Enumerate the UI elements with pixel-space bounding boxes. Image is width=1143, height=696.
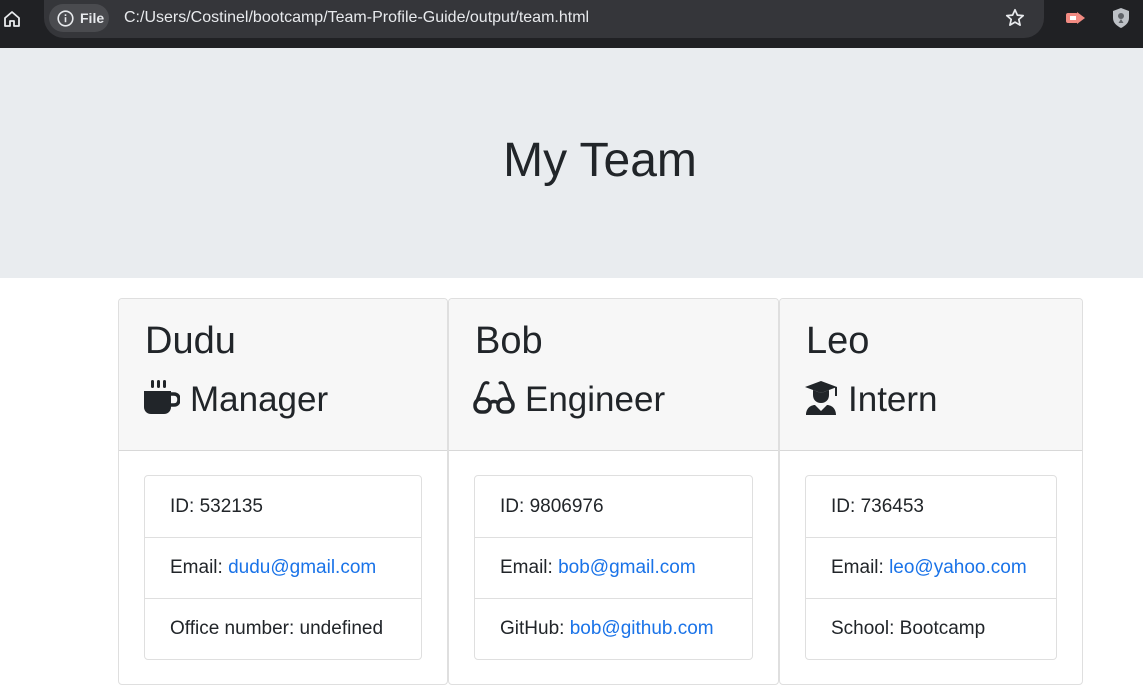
home-icon[interactable] [0, 6, 24, 32]
employee-card-manager: Dudu Manager ID: 532135 Email: dudu@gmai… [118, 298, 448, 685]
site-info-chip[interactable]: File [49, 4, 109, 32]
list-item-email: Email: bob@gmail.com [475, 537, 752, 598]
glasses-icon [473, 380, 515, 420]
role-row: Engineer [473, 378, 665, 422]
card-header: Dudu Manager [119, 299, 447, 451]
page-title: My Team [503, 134, 697, 187]
id-label: ID: [170, 495, 195, 517]
github-label: GitHub: [500, 618, 565, 639]
employee-name: Bob [475, 320, 543, 362]
url-text[interactable]: C:/Users/Costinel/bootcamp/Team-Profile-… [124, 9, 589, 27]
extension-icon[interactable] [1063, 8, 1087, 28]
browser-toolbar: File C:/Users/Costinel/bootcamp/Team-Pro… [0, 0, 1143, 48]
id-label: ID: [831, 495, 856, 517]
mug-icon [143, 379, 181, 421]
graduate-icon [804, 380, 838, 421]
id-value: 532135 [199, 495, 263, 517]
list-item-github: GitHub: bob@github.com [475, 598, 752, 659]
email-link[interactable]: leo@yahoo.com [889, 557, 1027, 579]
email-label: Email: [170, 557, 223, 578]
list-item-school: School: Bootcamp [806, 598, 1056, 659]
list-item-office-number: Office number: undefined [145, 598, 421, 659]
info-icon [57, 9, 74, 27]
id-value: 736453 [860, 495, 924, 517]
list-item-email: Email: leo@yahoo.com [806, 537, 1056, 598]
star-icon[interactable] [1004, 7, 1026, 29]
list-item-id: ID: 9806976 [475, 476, 752, 537]
school-value: Bootcamp [899, 618, 986, 639]
school-label: School: [831, 618, 895, 639]
address-bar[interactable]: File C:/Users/Costinel/bootcamp/Team-Pro… [44, 0, 1044, 38]
email-label: Email: [500, 557, 553, 578]
card-header: Bob Engineer [449, 299, 778, 451]
file-label: File [80, 10, 105, 26]
employee-role: Engineer [525, 380, 666, 419]
location-shield-icon[interactable] [1110, 6, 1132, 30]
email-label: Email: [831, 557, 884, 578]
employee-role: Intern [848, 380, 938, 419]
employee-details: ID: 9806976 Email: bob@gmail.com GitHub:… [474, 475, 753, 660]
employee-name: Dudu [145, 320, 236, 362]
office-number-label: Office number: [170, 618, 295, 639]
employee-details: ID: 736453 Email: leo@yahoo.com School: … [805, 475, 1057, 660]
list-item-id: ID: 532135 [145, 476, 421, 537]
jumbotron: My Team [0, 48, 1143, 278]
list-item-id: ID: 736453 [806, 476, 1056, 537]
id-value: 9806976 [529, 495, 604, 517]
github-link[interactable]: bob@github.com [570, 618, 714, 640]
employee-card-engineer: Bob Engineer ID: 9806976 Email: bob@gmai… [448, 298, 779, 685]
employee-card-intern: Leo Intern ID: 736453 Email: leo@yahoo.c… [779, 298, 1083, 685]
role-row: Manager [143, 378, 328, 422]
email-link[interactable]: dudu@gmail.com [228, 557, 376, 579]
employee-details: ID: 532135 Email: dudu@gmail.com Office … [144, 475, 422, 660]
card-header: Leo Intern [780, 299, 1082, 451]
office-number-value: undefined [299, 618, 384, 639]
employee-name: Leo [806, 320, 870, 362]
list-item-email: Email: dudu@gmail.com [145, 537, 421, 598]
id-label: ID: [500, 495, 525, 517]
employee-role: Manager [190, 380, 329, 419]
email-link[interactable]: bob@gmail.com [558, 557, 696, 579]
role-row: Intern [804, 378, 938, 422]
